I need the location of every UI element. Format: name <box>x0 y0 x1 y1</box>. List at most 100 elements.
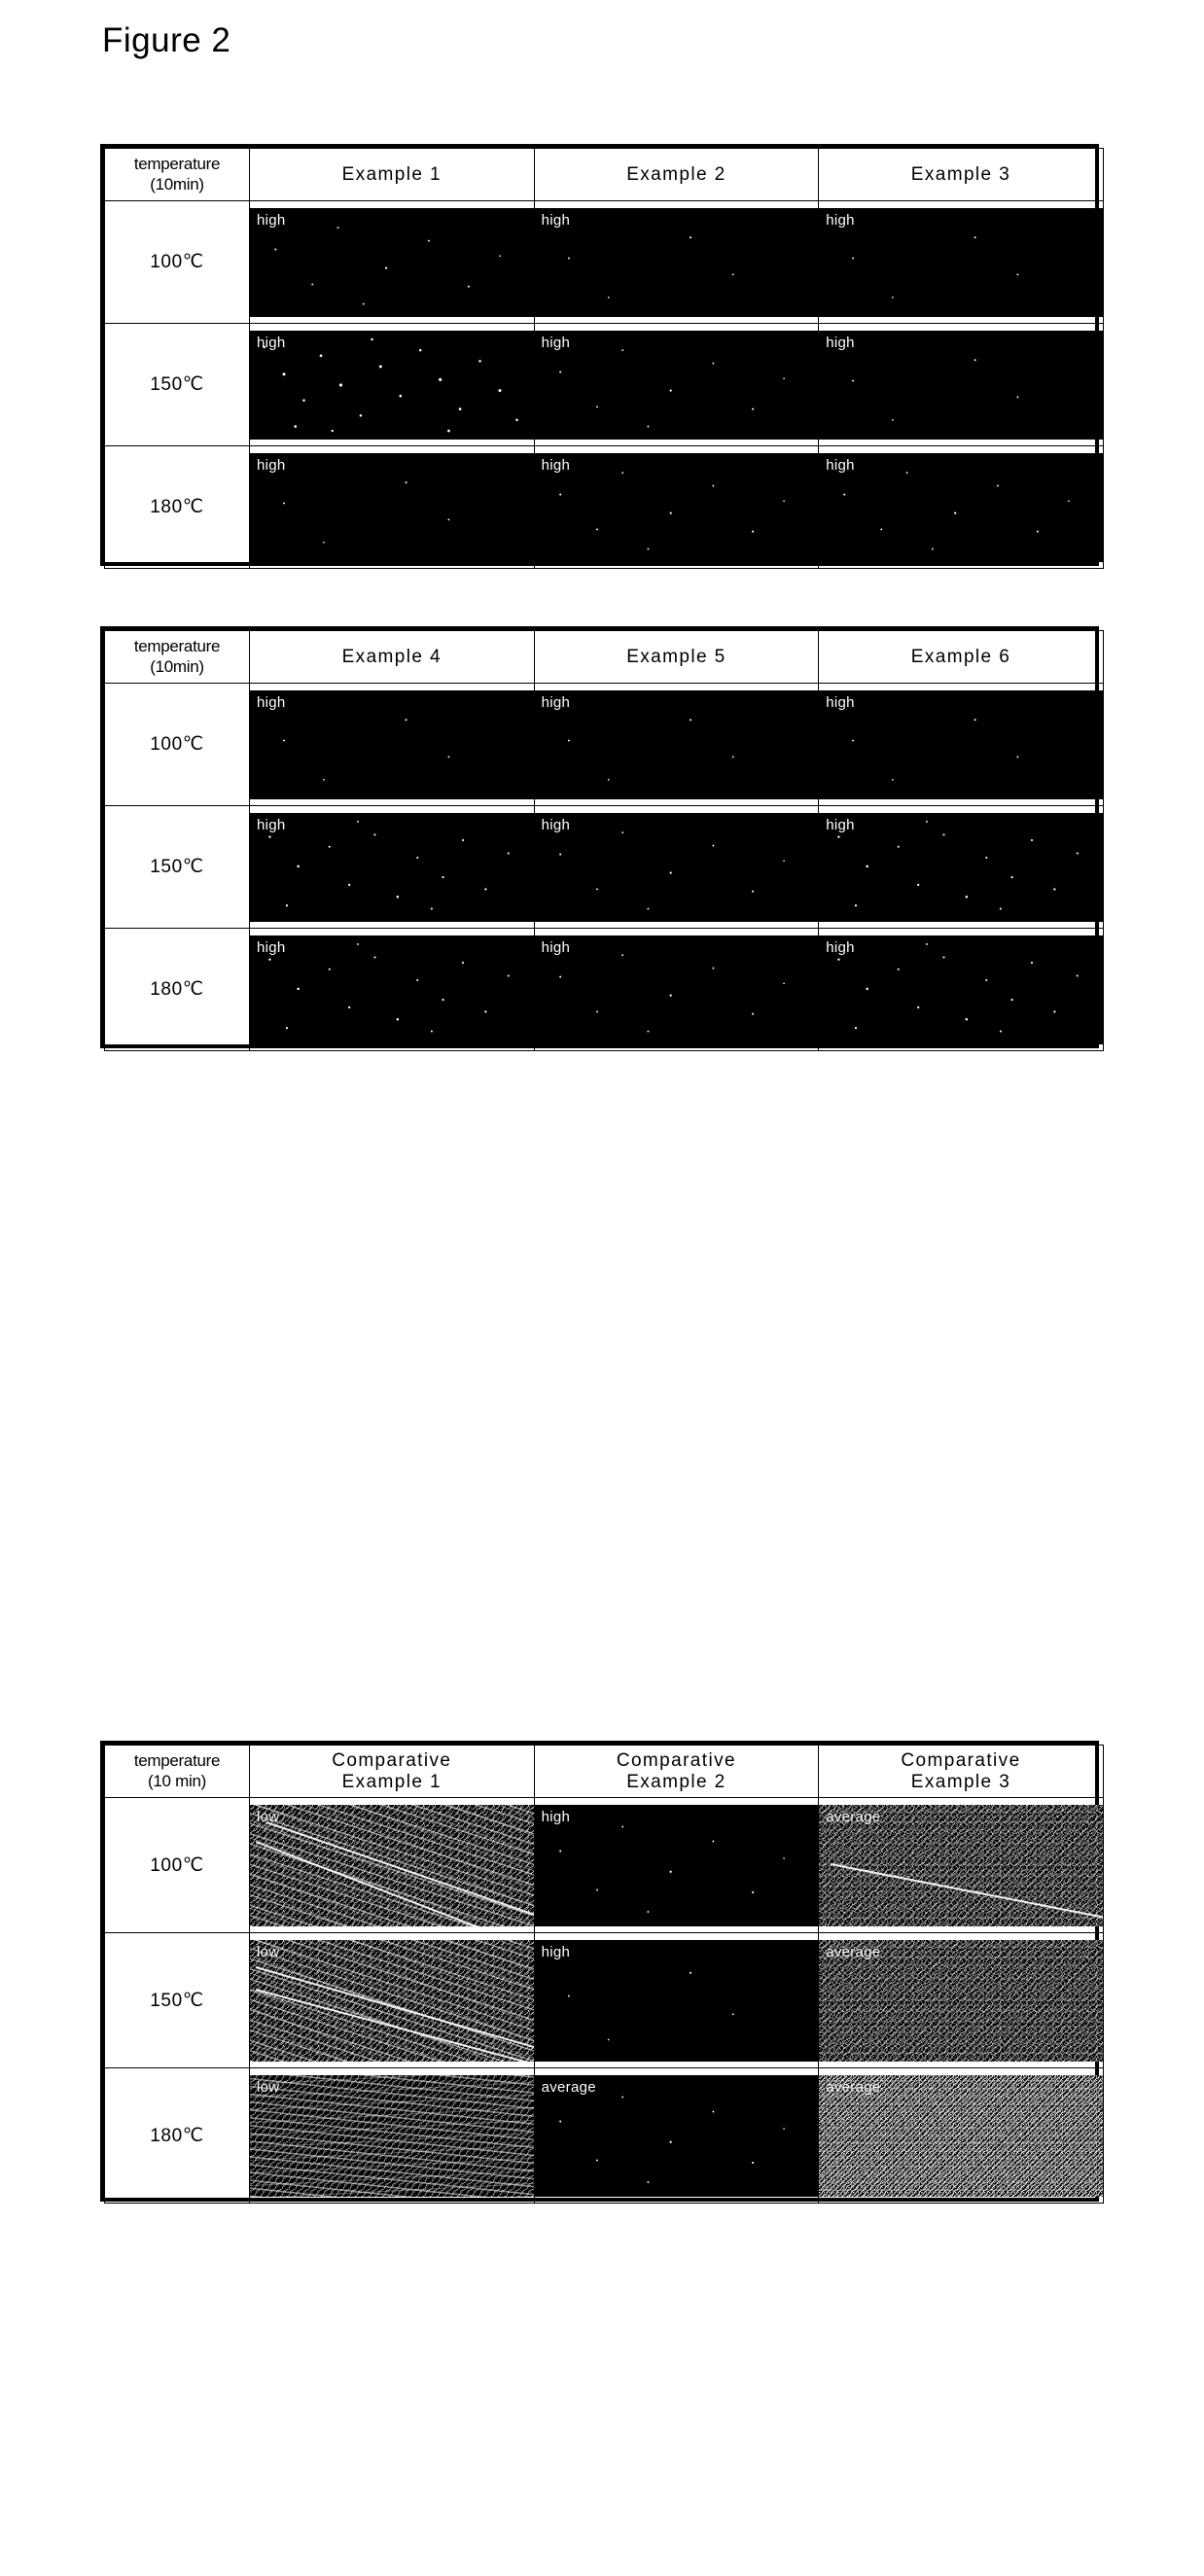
header-example-2: Example 2 <box>533 148 820 201</box>
header-temperature: temperature (10min) <box>104 148 250 201</box>
header-comparative-line2: Example 2 <box>626 1771 726 1792</box>
results-table-comparative-examples-1-3: temperature (10 min) Comparative Example… <box>100 1741 1104 2204</box>
micrograph-rating-label: high <box>541 816 571 833</box>
header-comparative-line2: Example 1 <box>341 1771 442 1792</box>
micrograph-cell: high <box>249 200 535 324</box>
micrograph-image: high <box>534 689 819 799</box>
speckle-layer <box>534 330 819 440</box>
header-comparative-line2: Example 3 <box>910 1771 1011 1792</box>
micrograph-image: low <box>250 1939 534 2062</box>
speckle-layer <box>819 452 1103 562</box>
micrograph-rating-label: low <box>257 1808 280 1825</box>
row-temperature-label: 150℃ <box>104 805 250 929</box>
speckle-layer <box>534 812 819 922</box>
header-example-6: Example 6 <box>818 630 1104 684</box>
row-temperature-label: 180℃ <box>104 928 250 1051</box>
micrograph-cell: low <box>249 1932 535 2068</box>
scratch-line <box>255 1966 534 2052</box>
table-header-row: temperature (10 min) Comparative Example… <box>104 1745 1104 1798</box>
scratch-line <box>255 1841 534 1926</box>
table-header-row: temperature (10min) Example 1 Example 2 … <box>104 148 1104 201</box>
micrograph-image: low <box>250 2074 534 2197</box>
micrograph-cell: average <box>533 2067 820 2204</box>
speckle-layer <box>534 1804 819 1926</box>
micrograph-rating-label: high <box>826 938 855 956</box>
row-temperature-label: 100℃ <box>104 200 250 324</box>
header-temperature-line2: (10min) <box>150 656 204 676</box>
table-row: 150℃ low high average <box>104 1932 1104 2068</box>
micrograph-cell: high <box>533 323 820 446</box>
header-temperature-line1: temperature <box>133 1750 221 1770</box>
micrograph-cell: high <box>818 683 1104 806</box>
micrograph-rating-label: high <box>257 816 286 833</box>
speckle-layer <box>250 2074 534 2197</box>
micrograph-cell: high <box>249 928 535 1051</box>
micrograph-cell: high <box>533 445 820 569</box>
speckle-layer <box>534 935 819 1044</box>
micrograph-rating-label: high <box>257 693 286 711</box>
header-temperature: temperature (10min) <box>104 630 250 684</box>
speckle-layer <box>819 330 1103 440</box>
micrograph-rating-label: high <box>257 334 286 351</box>
micrograph-cell: high <box>249 805 535 929</box>
header-temperature-line1: temperature <box>133 154 221 173</box>
header-temperature-line2: (10min) <box>150 174 204 194</box>
micrograph-rating-label: high <box>541 1943 571 1960</box>
micrograph-image: high <box>819 812 1103 922</box>
speckle-layer <box>250 935 534 1044</box>
micrograph-cell: high <box>249 683 535 806</box>
micrograph-rating-label: high <box>257 938 286 956</box>
header-temperature-line1: temperature <box>133 636 221 655</box>
micrograph-image: average <box>534 2074 819 2197</box>
micrograph-image: low <box>250 1804 534 1926</box>
micrograph-rating-label: high <box>826 211 855 229</box>
table-row: 180℃ low average average <box>104 2067 1104 2204</box>
speckle-layer <box>250 689 534 799</box>
header-comparative-line1: Comparative <box>901 1749 1021 1771</box>
micrograph-cell: high <box>533 928 820 1051</box>
micrograph-image: high <box>534 1804 819 1926</box>
table-row: 150℃ high high high <box>104 323 1104 446</box>
micrograph-cell: low <box>249 2067 535 2204</box>
micrograph-image: high <box>819 689 1103 799</box>
header-example-3: Example 3 <box>818 148 1104 201</box>
micrograph-image: high <box>534 1939 819 2062</box>
figure-page: Figure 2 temperature (10min) Example 1 E… <box>0 0 1204 2576</box>
micrograph-image: high <box>534 207 819 317</box>
header-comparative-example-2: Comparative Example 2 <box>533 1745 820 1798</box>
micrograph-image: high <box>250 935 534 1044</box>
micrograph-rating-label: high <box>541 211 571 229</box>
micrograph-cell: average <box>818 1797 1104 1933</box>
header-example-5: Example 5 <box>533 630 820 684</box>
micrograph-image: high <box>819 935 1103 1044</box>
micrograph-cell: high <box>249 323 535 446</box>
speckle-layer <box>534 207 819 317</box>
page-title: Figure 2 <box>102 21 231 59</box>
speckle-layer <box>250 330 534 440</box>
table-row: 180℃ high high high <box>104 445 1104 569</box>
table-row: 100℃ high high high <box>104 683 1104 806</box>
micrograph-image: high <box>534 452 819 562</box>
row-temperature-label: 150℃ <box>104 323 250 446</box>
micrograph-rating-label: average <box>826 1808 881 1825</box>
micrograph-rating-label: high <box>826 456 855 474</box>
micrograph-image: high <box>534 812 819 922</box>
scratch-line <box>266 1821 534 1920</box>
micrograph-cell: average <box>818 2067 1104 2204</box>
row-temperature-label: 100℃ <box>104 1797 250 1933</box>
micrograph-rating-label: high <box>826 693 855 711</box>
micrograph-rating-label: high <box>826 334 855 351</box>
micrograph-rating-label: high <box>541 456 571 474</box>
micrograph-rating-label: high <box>826 816 855 833</box>
micrograph-cell: high <box>533 1932 820 2068</box>
header-comparative-example-1: Comparative Example 1 <box>249 1745 535 1798</box>
micrograph-rating-label: average <box>541 2078 596 2096</box>
micrograph-image: high <box>250 689 534 799</box>
micrograph-cell: high <box>818 445 1104 569</box>
micrograph-cell: high <box>818 323 1104 446</box>
speckle-layer <box>534 452 819 562</box>
results-table-examples-4-6: temperature (10min) Example 4 Example 5 … <box>100 626 1104 1051</box>
header-comparative-line1: Comparative <box>616 1749 736 1771</box>
speckle-layer <box>250 452 534 562</box>
micrograph-rating-label: high <box>541 938 571 956</box>
